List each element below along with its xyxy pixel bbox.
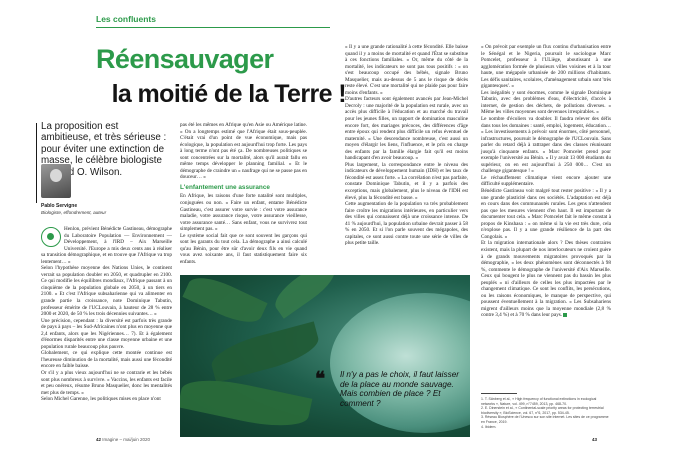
dropcap-icon	[41, 227, 61, 247]
paragraph: Globalement, ce qui explique cette monté…	[41, 350, 172, 370]
paragraph: Or s'il y a plus vieux aujourd'hui ne se…	[41, 370, 172, 396]
paragraph: D'autres facteurs sont également avancés…	[345, 96, 468, 162]
paragraph: Henlon, prévient Bénédicte Gastineau, dé…	[41, 226, 172, 265]
article-column-4: « On prévoit par exemple un flux continu…	[481, 44, 611, 319]
foliage	[182, 275, 268, 331]
rubric-divider	[96, 27, 330, 28]
notes-divider	[481, 393, 517, 394]
paragraph: Le réchauffement climatique vient encore…	[481, 174, 611, 188]
rubric: Les confluents	[96, 14, 156, 24]
end-mark-icon	[563, 313, 568, 318]
article-column-2: pas été les mêmes en Afrique qu'en Asie …	[180, 122, 307, 265]
paragraph: Et la migration internationale alors ? D…	[481, 240, 611, 319]
paragraph: Une précision, cependant : la diversité …	[41, 317, 172, 350]
paragraph: Plus largement, la correspondance entre …	[345, 161, 468, 201]
paragraph: pas été les mêmes en Afrique qu'en Asie …	[180, 122, 307, 181]
section-subheading: L'enfantement une assurance	[180, 183, 270, 191]
footnote: 1. T. Sänberg et al., « High frequency o…	[481, 397, 597, 406]
paragraph: Selon l'hypothèse moyenne des Nations Un…	[41, 265, 172, 318]
river-water	[330, 293, 470, 433]
footnote: 3. Réseau Biosphère de l'Unesco sur son …	[481, 415, 609, 424]
paragraph: Selon Michel Garenne, les politiques mis…	[41, 396, 161, 403]
paragraph: Le système social fait que ce sont souve…	[180, 232, 307, 265]
paragraph-text: Et la migration internationale alors ? D…	[481, 240, 611, 319]
page-number: 42	[96, 437, 102, 442]
paragraph: « On prévoit par exemple un flux continu…	[481, 44, 611, 90]
footnotes: 1. T. Sänberg et al., « High frequency o…	[481, 397, 611, 429]
forest-river-photo	[180, 275, 470, 437]
footer-text: Imagine – mai/juin 2020	[102, 437, 151, 442]
foliage	[268, 275, 342, 319]
paragraph: Les inégalités y sont énormes, comme le …	[481, 89, 611, 116]
quote-mark-icon: ❝	[315, 369, 326, 390]
footnote: 2. E. Dinerstein et al., « Continental-s…	[481, 406, 604, 415]
paragraph: En Afrique, les raisons d'une forte nata…	[180, 193, 307, 233]
page-title-line-2: la moitié de la Terre !	[111, 80, 347, 108]
foliage	[180, 371, 313, 435]
author-role: Biologiste, effondrement, auteur	[41, 210, 107, 215]
author-name: Pablo Servigne	[41, 203, 78, 209]
page-title-line-1: Réensauvager	[96, 44, 274, 74]
author-photo	[41, 164, 71, 198]
paragraph: « Il y a une grande rationalité à cette …	[345, 44, 468, 96]
lead-bar	[36, 123, 37, 203]
footer-left: 42 Imagine – mai/juin 2020	[96, 437, 150, 442]
footer-right: 43	[592, 437, 597, 442]
pull-quote: Il n'y a pas le choix, il faut laisser d…	[340, 370, 459, 408]
paragraph: Le nombre d'écoliers va doubler. Il faud…	[481, 116, 611, 175]
page-number: 43	[592, 437, 598, 442]
article-column-1: Henlon, prévient Bénédicte Gastineau, dé…	[41, 226, 172, 403]
foliage	[207, 321, 323, 383]
paragraph: Bénédicte Gastineau voit malgré tout res…	[481, 188, 611, 240]
footnote: 4. Ibidem.	[481, 424, 497, 429]
paragraph: Cette augmentation de la population va t…	[345, 201, 468, 247]
article-column-3: « Il y a une grande rationalité à cette …	[345, 44, 468, 247]
